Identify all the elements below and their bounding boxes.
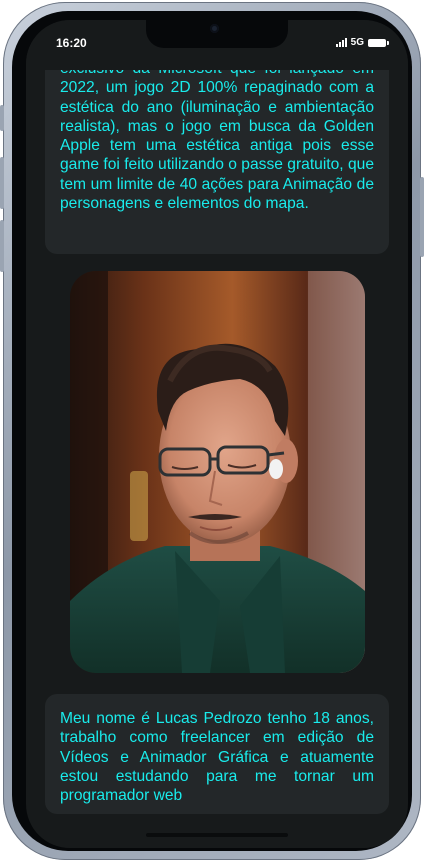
status-time: 16:20 [56, 36, 87, 50]
volume-down-button [0, 220, 4, 272]
network-label: 5G [350, 37, 364, 48]
status-indicators: 5G [335, 37, 389, 48]
home-indicator[interactable] [146, 833, 288, 837]
intro-card-text: exclusivo da Microsoft que foi lançado e… [60, 60, 374, 213]
about-card-text: Meu nome é Lucas Pedrozo tenho 18 anos, … [60, 710, 374, 805]
phone-frame: exclusivo da Microsoft que foi lançado e… [0, 2, 424, 860]
volume-up-button [0, 157, 4, 209]
battery-icon [368, 38, 389, 47]
power-button [420, 177, 424, 257]
intro-card: exclusivo da Microsoft que foi lançado e… [45, 40, 389, 254]
action-button [0, 105, 4, 131]
bottom-safe-area [26, 826, 408, 848]
phone-screen[interactable]: exclusivo da Microsoft que foi lançado e… [26, 20, 408, 848]
camera-icon [210, 24, 219, 33]
status-bar: 16:20 5G [26, 20, 408, 70]
dynamic-island [146, 20, 288, 48]
profile-photo [70, 271, 365, 673]
about-card: Meu nome é Lucas Pedrozo tenho 18 anos, … [45, 694, 389, 814]
signal-icon [335, 38, 347, 47]
